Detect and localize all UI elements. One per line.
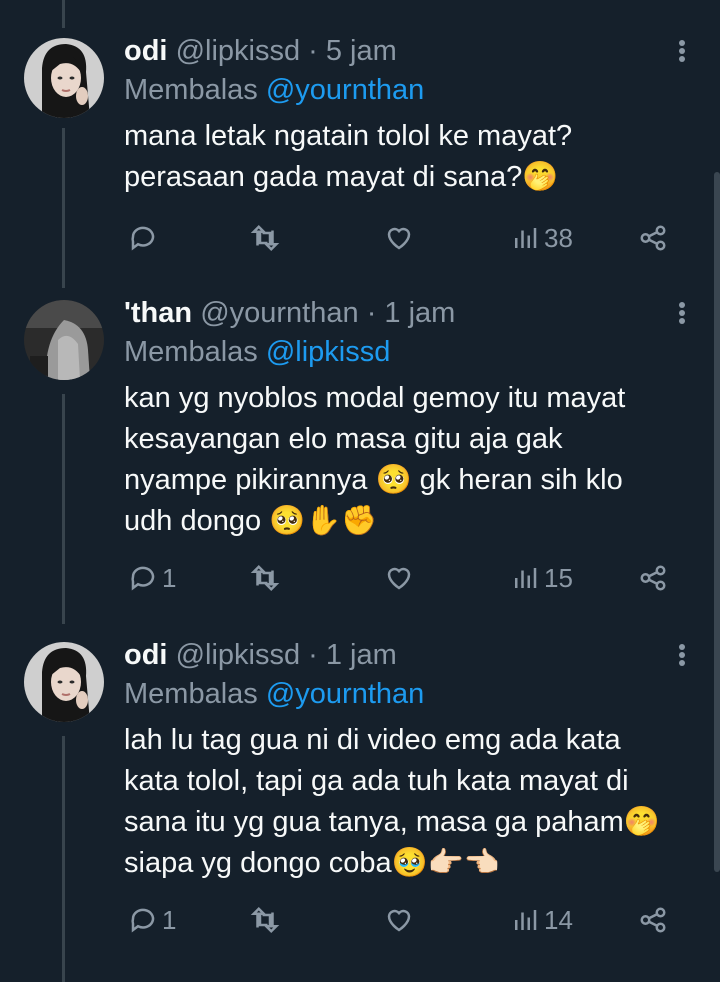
reply-button[interactable]: 1 — [128, 900, 176, 940]
share-button[interactable] — [638, 218, 668, 258]
share-button[interactable] — [638, 558, 668, 598]
views-icon — [515, 228, 537, 248]
reply-prefix: Membalas — [124, 336, 258, 368]
tweet-text-line: kata tolol, tapi ga ada tuh kata mayat d… — [124, 765, 629, 797]
heart-icon — [387, 227, 411, 250]
display-name[interactable]: odi — [124, 35, 168, 67]
share-icon — [640, 565, 666, 591]
mention-link[interactable]: @yournthan — [266, 74, 424, 106]
like-button[interactable] — [384, 900, 414, 940]
tweet-text: kan yg nyoblos modal gemoy itu mayat kes… — [124, 378, 684, 542]
action-bar: 1 14 — [124, 900, 684, 940]
tweet-text-line: kan yg nyoblos modal gemoy itu mayat — [124, 382, 626, 414]
avatar[interactable] — [24, 642, 104, 722]
tweet-text-line: nyampe pikirannya 🥺 gk heran sih klo — [124, 464, 623, 496]
tweet-text-line: lah lu tag gua ni di video emg ada kata — [124, 724, 621, 756]
share-button[interactable] — [638, 900, 668, 940]
views-button[interactable]: 38 — [510, 218, 573, 258]
more-vertical-icon[interactable] — [672, 640, 692, 670]
display-name[interactable]: odi — [124, 639, 168, 671]
heart-icon — [387, 567, 411, 590]
handle[interactable]: @lipkissd — [176, 35, 301, 67]
tweet-text-line: sana itu yg gua tanya, masa ga paham🤭 — [124, 806, 660, 838]
timestamp[interactable]: · 1 jam — [367, 297, 456, 329]
reply-button[interactable] — [128, 218, 162, 258]
views-count: 15 — [544, 562, 573, 593]
timestamp[interactable]: · 5 jam — [308, 35, 397, 67]
tweet-text: lah lu tag gua ni di video emg ada kata … — [124, 720, 684, 884]
share-icon — [640, 225, 666, 251]
avatar[interactable] — [24, 38, 104, 118]
tweet-text-line: mana letak ngatain tolol ke mayat? — [124, 120, 573, 152]
tweet-header: 'than @yournthan · 1 jam — [124, 296, 455, 330]
retweet-button[interactable] — [250, 558, 280, 598]
reply-icon — [131, 566, 155, 591]
more-vertical-icon[interactable] — [672, 36, 692, 66]
retweet-icon — [250, 224, 280, 252]
replying-to: Membalas @yournthan — [124, 676, 424, 712]
tweet-text: mana letak ngatain tolol ke mayat? peras… — [124, 116, 684, 198]
views-count: 38 — [544, 222, 573, 253]
heart-icon — [387, 909, 411, 932]
views-count: 14 — [544, 904, 573, 935]
reply-count: 1 — [162, 562, 177, 593]
avatar[interactable] — [24, 300, 104, 380]
tweet-text-line: siapa yg dongo coba🥹👉🏻👈🏻 — [124, 847, 500, 879]
action-bar: 38 — [124, 218, 684, 258]
mention-link[interactable]: @yournthan — [266, 678, 424, 710]
retweet-button[interactable] — [250, 218, 280, 258]
reply-button[interactable]: 1 — [128, 558, 176, 598]
tweet-text-line: perasaan gada mayat di sana?🤭 — [124, 161, 559, 193]
share-icon — [640, 907, 666, 933]
handle[interactable]: @yournthan — [200, 297, 358, 329]
replying-to: Membalas @yournthan — [124, 72, 424, 108]
retweet-icon — [250, 564, 280, 592]
like-button[interactable] — [384, 558, 414, 598]
reply-icon — [131, 908, 155, 933]
tweet-header: odi @lipkissd · 1 jam — [124, 638, 397, 672]
reply-prefix: Membalas — [124, 74, 258, 106]
like-button[interactable] — [384, 218, 414, 258]
timestamp[interactable]: · 1 jam — [308, 639, 397, 671]
tweet-text-line: kesayangan elo masa gitu aja gak — [124, 423, 563, 455]
views-button[interactable]: 14 — [510, 900, 573, 940]
display-name[interactable]: 'than — [124, 297, 192, 329]
reply-icon — [131, 226, 155, 251]
tweet[interactable]: 'than @yournthan · 1 jam Membalas @lipki… — [0, 296, 720, 616]
handle[interactable]: @lipkissd — [176, 639, 301, 671]
retweet-icon — [250, 906, 280, 934]
replying-to: Membalas @lipkissd — [124, 334, 390, 370]
tweet[interactable]: odi @lipkissd · 1 jam Membalas @yourntha… — [0, 638, 720, 958]
thread-line — [62, 0, 65, 28]
more-vertical-icon[interactable] — [672, 298, 692, 328]
tweet[interactable]: odi @lipkissd · 5 jam Membalas @yourntha… — [0, 34, 720, 274]
reply-prefix: Membalas — [124, 678, 258, 710]
retweet-button[interactable] — [250, 900, 280, 940]
tweet-header: odi @lipkissd · 5 jam — [124, 34, 397, 68]
views-icon — [515, 568, 537, 588]
action-bar: 1 15 — [124, 558, 684, 598]
views-icon — [515, 910, 537, 930]
reply-count: 1 — [162, 904, 177, 935]
views-button[interactable]: 15 — [510, 558, 573, 598]
mention-link[interactable]: @lipkissd — [266, 336, 391, 368]
tweet-text-line: udh dongo 🥺✋✊ — [124, 505, 378, 537]
